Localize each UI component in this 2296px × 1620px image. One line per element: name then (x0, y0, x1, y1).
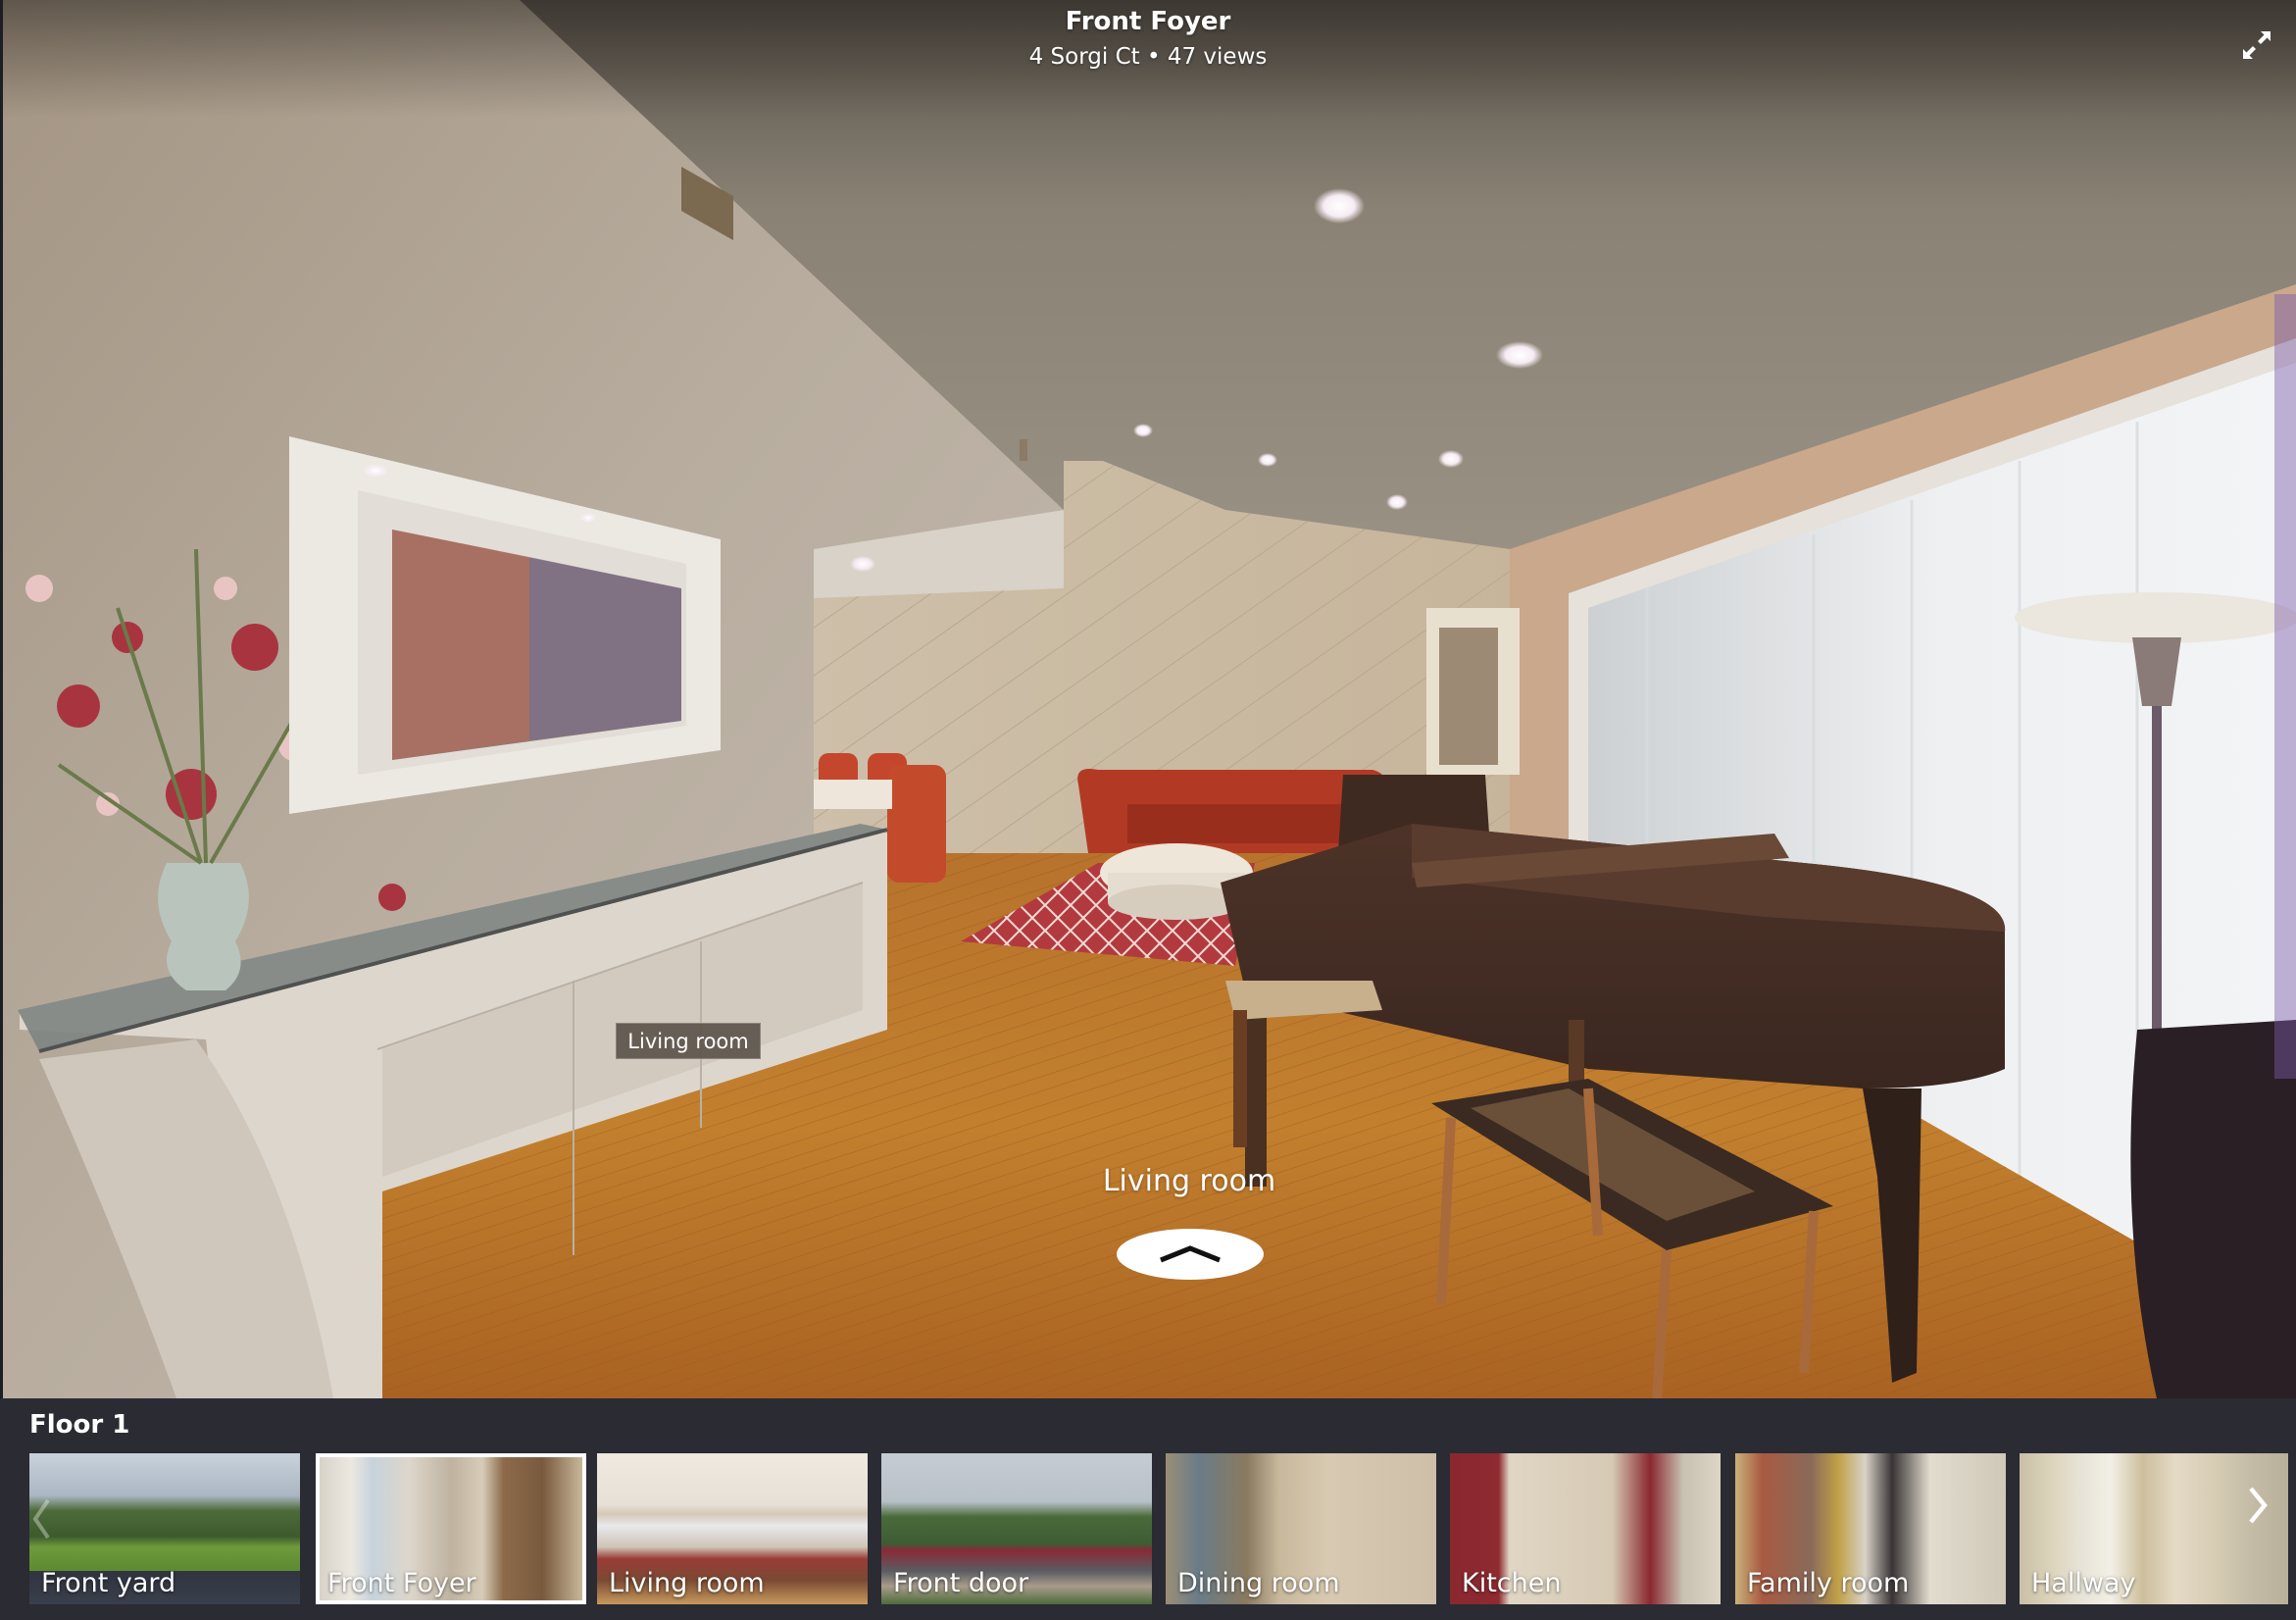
thumbnail-label: Front door (893, 1568, 1029, 1598)
thumbnail-label: Living room (609, 1568, 765, 1598)
thumbnail-label: Front yard (41, 1568, 176, 1598)
thumbnail-strip: Front yard Front Foyer Living room Front… (29, 1453, 2296, 1604)
thumbnail-label: Front Foyer (327, 1568, 476, 1598)
thumbnail-kitchen[interactable]: Kitchen (1450, 1453, 1721, 1604)
viewer-left-edge (0, 0, 3, 1620)
chevron-left-icon (32, 1498, 50, 1540)
scroll-next-button[interactable] (2245, 1481, 2272, 1530)
thumbnail-dining-room[interactable]: Dining room (1166, 1453, 1436, 1604)
thumbnail-front-foyer[interactable]: Front Foyer (316, 1453, 586, 1604)
thumbnail-label: Kitchen (1462, 1568, 1562, 1598)
thumbnail-label: Hallway (2031, 1568, 2136, 1598)
thumbnail-front-door[interactable]: Front door (881, 1453, 1152, 1604)
navigate-hotspot-button[interactable] (1117, 1229, 1264, 1280)
hotspot-tooltip: Living room (616, 1023, 761, 1059)
scene-subtitle: 4 Sorgi Ct • 47 views (1028, 44, 1268, 70)
thumbnail-family-room[interactable]: Family room (1735, 1453, 2006, 1604)
floor-label: Floor 1 (29, 1410, 130, 1440)
hotspot-label[interactable]: Living room (1042, 1164, 1336, 1198)
fullscreen-button[interactable] (2237, 25, 2276, 65)
scroll-prev-button[interactable] (31, 1494, 51, 1544)
expand-arrows-icon (2243, 31, 2271, 59)
thumbnail-front-yard[interactable]: Front yard (29, 1453, 300, 1604)
scene-navigator-panel: Floor 1 Front yard Front Foyer Living ro… (0, 1398, 2296, 1620)
chevron-up-icon (1160, 1245, 1221, 1263)
thumbnail-label: Family room (1747, 1568, 1910, 1598)
thumbnail-living-room[interactable]: Living room (597, 1453, 868, 1604)
scene-title: Front Foyer (1065, 7, 1231, 36)
chevron-right-icon (2249, 1487, 2268, 1524)
thumbnail-label: Dining room (1177, 1568, 1340, 1598)
